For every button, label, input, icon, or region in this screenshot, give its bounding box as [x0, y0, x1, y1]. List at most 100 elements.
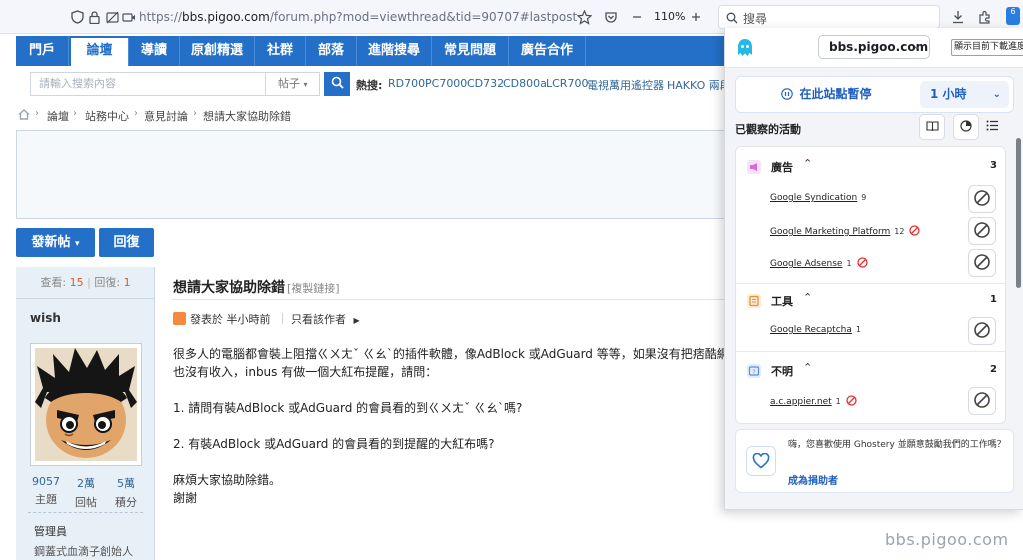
- tracker-row[interactable]: Google Syndication 9: [736, 183, 1005, 215]
- ghostery-extension-icon[interactable]: 6: [1006, 7, 1020, 25]
- author-only-link[interactable]: 只看該作者: [291, 313, 346, 326]
- category-name: 廣告: [771, 161, 793, 174]
- nav-item-guide[interactable]: 導讀: [129, 36, 180, 66]
- author-stat-posts[interactable]: 2萬 回帖: [68, 475, 104, 510]
- zoom-in-button[interactable]: [688, 9, 704, 25]
- svg-text:?: ?: [752, 369, 755, 376]
- forum-search-button[interactable]: [324, 72, 350, 96]
- thread-title: 想請大家協助除錯: [173, 280, 285, 296]
- tracker-row[interactable]: Google Adsense 1: [736, 247, 1005, 279]
- tracker-name[interactable]: Google Adsense 1: [770, 257, 868, 271]
- zoom-out-button[interactable]: [629, 9, 645, 25]
- author-name[interactable]: wish: [30, 311, 61, 325]
- breadcrumb-separator-icon: ›: [73, 108, 77, 119]
- download-progress-button[interactable]: 顯示目前下載進度: [951, 39, 1023, 56]
- zoom-level[interactable]: 110%: [654, 10, 685, 23]
- hot-search-link[interactable]: CD800a: [503, 77, 547, 90]
- search-icon: [724, 10, 740, 26]
- downloads-icon[interactable]: [950, 9, 966, 25]
- breadcrumb-item[interactable]: 論壇: [47, 108, 69, 124]
- category-count: 1: [990, 294, 997, 305]
- tracker-count: 1: [846, 259, 852, 268]
- hot-search-link[interactable]: 電視萬用遙控器: [587, 77, 664, 93]
- tracker-name-text: a.c.appier.net: [770, 397, 832, 407]
- extension-badge-count: 6: [1010, 7, 1016, 16]
- author-stat-points[interactable]: 5萬 積分: [108, 475, 144, 510]
- pie-chart-icon: [960, 119, 972, 135]
- new-post-button[interactable]: 發新帖 ▾: [16, 228, 95, 257]
- category-unknown[interactable]: ? 不明 ⌃ 2: [736, 355, 1005, 387]
- blocked-indicator-icon: [846, 395, 857, 409]
- nav-item-community[interactable]: 社群: [255, 36, 306, 66]
- post-paragraph: 也沒有收入，inbus 有做一個大紅布提醒，請問：: [173, 365, 438, 379]
- author-stat-threads[interactable]: 9057 主題: [28, 475, 64, 507]
- tool-icon: [747, 294, 761, 308]
- nav-item-blog[interactable]: 部落: [306, 36, 357, 66]
- lock-icon[interactable]: [86, 9, 102, 25]
- shield-icon[interactable]: [69, 9, 85, 25]
- hot-search-link[interactable]: HAKKO 兩段: [667, 77, 731, 93]
- nav-item-faq[interactable]: 常見問題: [432, 36, 509, 66]
- page-info-icon[interactable]: [104, 9, 120, 25]
- author-title: 鋼蓋式血滴子創始人: [34, 545, 133, 558]
- nav-item-featured[interactable]: 原創精選: [180, 36, 255, 66]
- block-icon: [973, 189, 991, 210]
- forum-search-input[interactable]: 請輸入搜索內容: [30, 72, 266, 96]
- home-icon[interactable]: [18, 109, 30, 123]
- blocked-indicator-icon: [909, 225, 921, 239]
- breadcrumb-item[interactable]: 想請大家協助除錯: [203, 108, 291, 124]
- author-role: 管理員: [34, 525, 67, 538]
- block-tracker-button[interactable]: [968, 387, 996, 415]
- ghostery-pause-card: 在此站點暫停 1 小時 ⌄: [735, 76, 1014, 113]
- nav-item-advanced-search[interactable]: 進階搜尋: [357, 36, 432, 66]
- report-button[interactable]: [919, 114, 945, 140]
- tracker-row[interactable]: Google Marketing Platform 12: [736, 215, 1005, 247]
- hot-search-link[interactable]: PC7000: [425, 77, 467, 90]
- extensions-icon[interactable]: [977, 9, 993, 25]
- block-tracker-button[interactable]: [968, 217, 996, 245]
- list-view-button[interactable]: [979, 114, 1005, 140]
- copy-link-button[interactable]: [複製鏈接]: [287, 280, 340, 296]
- hot-search-link[interactable]: CD732: [467, 77, 504, 90]
- replies-count: 1: [123, 276, 131, 289]
- avatar[interactable]: [30, 343, 142, 466]
- url-bar[interactable]: https://bbs.pigoo.com/forum.php?mod=view…: [139, 10, 577, 24]
- search-type-select[interactable]: 帖子 ▾: [266, 72, 320, 96]
- block-tracker-button[interactable]: [968, 249, 996, 277]
- category-essential[interactable]: 工具 ⌃ 1: [736, 285, 1005, 317]
- panel-scrollbar[interactable]: [1016, 138, 1021, 288]
- meta-separator: [282, 313, 283, 324]
- breadcrumb-item[interactable]: 意見討論: [144, 108, 188, 124]
- tracker-name[interactable]: Google Recaptcha 1: [770, 325, 861, 335]
- tracker-row[interactable]: a.c.appier.net 1: [736, 385, 1005, 417]
- stats-button[interactable]: [953, 114, 979, 140]
- nav-item-portal[interactable]: 門戶: [16, 36, 69, 66]
- nav-item-advertising[interactable]: 廣告合作: [509, 36, 586, 66]
- pause-on-site-button[interactable]: 在此站點暫停: [736, 77, 917, 112]
- tracker-count: 9: [861, 193, 867, 202]
- breadcrumb-item[interactable]: 站務中心: [85, 108, 129, 124]
- tracker-row[interactable]: Google Recaptcha 1: [736, 315, 1005, 347]
- nav-item-forum[interactable]: 論壇: [71, 38, 129, 66]
- category-advertising[interactable]: 廣告 ⌃ 3: [736, 151, 1005, 183]
- block-tracker-button[interactable]: [968, 185, 996, 213]
- block-tracker-button[interactable]: [968, 317, 996, 345]
- chevron-down-icon: ▾: [75, 239, 80, 249]
- become-contributor-link[interactable]: 成為捐助者: [788, 472, 838, 487]
- pocket-icon[interactable]: [603, 9, 619, 25]
- browser-search-field[interactable]: 搜尋: [718, 5, 940, 29]
- chevron-up-icon: ⌃: [803, 291, 813, 304]
- url-host: bbs.pigoo.com: [182, 10, 270, 24]
- ghostery-domain-select[interactable]: bbs.pigoo.com ⌄: [818, 35, 930, 59]
- tracker-name[interactable]: Google Marketing Platform 12: [770, 225, 921, 239]
- reply-button[interactable]: 回復: [99, 228, 154, 257]
- pause-duration-select[interactable]: 1 小時 ⌄: [920, 81, 1009, 108]
- hot-search-link[interactable]: LCR700: [546, 77, 588, 90]
- camera-permission-icon[interactable]: [121, 9, 137, 25]
- bookmark-star-icon[interactable]: [576, 9, 592, 25]
- chevron-down-icon: ▾: [303, 80, 308, 89]
- tracker-name[interactable]: Google Syndication 9: [770, 193, 866, 203]
- post-paragraph: [173, 453, 773, 471]
- tracker-name[interactable]: a.c.appier.net 1: [770, 395, 857, 409]
- hot-search-link[interactable]: RD700: [388, 77, 425, 90]
